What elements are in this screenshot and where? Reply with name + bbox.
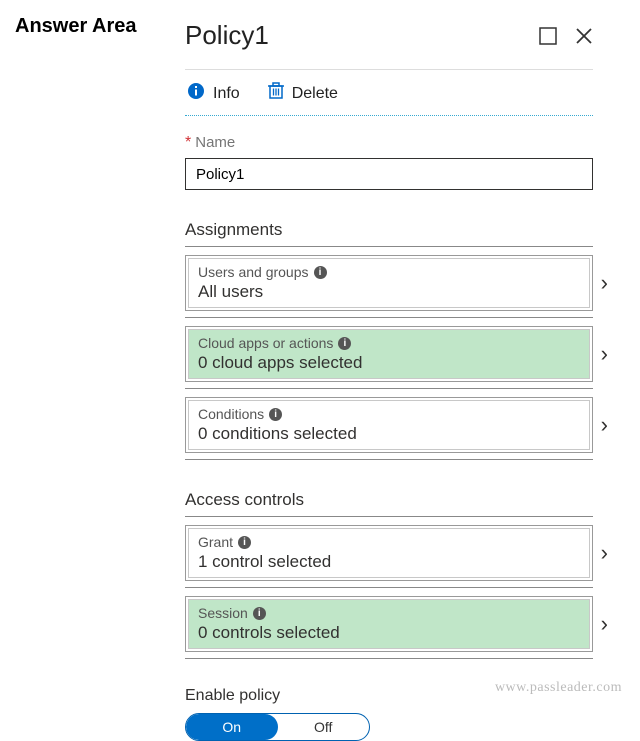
item-label: Session xyxy=(198,605,248,621)
name-field: *Name xyxy=(185,134,593,190)
assignments-conditions[interactable]: Conditionsi 0 conditions selected › xyxy=(185,397,593,453)
chevron-right-icon: › xyxy=(601,270,608,296)
item-label: Grant xyxy=(198,534,233,550)
assignments-users-groups[interactable]: Users and groupsi All users › xyxy=(185,255,593,311)
info-badge-icon: i xyxy=(238,536,251,549)
access-session[interactable]: Sessioni 0 controls selected › xyxy=(185,596,593,652)
name-input[interactable] xyxy=(185,158,593,190)
policy-panel: Policy1 Info Delete *Name Assignments xyxy=(185,20,593,741)
answer-area-label: Answer Area xyxy=(15,15,137,38)
close-icon[interactable] xyxy=(575,27,593,45)
item-value: 0 cloud apps selected xyxy=(198,353,580,373)
delete-button[interactable]: Delete xyxy=(268,82,338,105)
item-value: 1 control selected xyxy=(198,552,580,572)
enable-policy-toggle[interactable]: On Off xyxy=(185,713,370,741)
info-badge-icon: i xyxy=(314,266,327,279)
info-badge-icon: i xyxy=(269,408,282,421)
access-controls-heading: Access controls xyxy=(185,490,593,517)
panel-header: Policy1 xyxy=(185,20,593,70)
chevron-right-icon: › xyxy=(601,412,608,438)
item-value: 0 controls selected xyxy=(198,623,580,643)
info-badge-icon: i xyxy=(338,337,351,350)
item-value: All users xyxy=(198,282,580,302)
item-label: Cloud apps or actions xyxy=(198,335,333,351)
info-icon xyxy=(187,82,205,105)
assignments-heading: Assignments xyxy=(185,220,593,247)
assignments-cloud-apps[interactable]: Cloud apps or actions i 0 cloud apps sele… xyxy=(185,326,593,382)
item-label: Conditions xyxy=(198,406,264,422)
access-grant[interactable]: Granti 1 control selected › xyxy=(185,525,593,581)
item-label: Users and groups xyxy=(198,264,309,280)
panel-toolbar: Info Delete xyxy=(185,70,593,116)
watermark-text: www.passleader.com xyxy=(495,680,622,696)
delete-label: Delete xyxy=(292,85,338,103)
panel-title: Policy1 xyxy=(185,20,269,51)
trash-icon xyxy=(268,82,284,105)
chevron-right-icon: › xyxy=(601,540,608,566)
maximize-icon[interactable] xyxy=(539,27,557,45)
required-star: * xyxy=(185,134,191,151)
name-label: Name xyxy=(195,134,235,151)
info-label: Info xyxy=(213,85,240,103)
info-badge-icon: i xyxy=(253,607,266,620)
toggle-on[interactable]: On xyxy=(186,714,278,740)
chevron-right-icon: › xyxy=(601,341,608,367)
chevron-right-icon: › xyxy=(601,611,608,637)
item-value: 0 conditions selected xyxy=(198,424,580,444)
toggle-off[interactable]: Off xyxy=(278,714,370,740)
info-button[interactable]: Info xyxy=(187,82,240,105)
